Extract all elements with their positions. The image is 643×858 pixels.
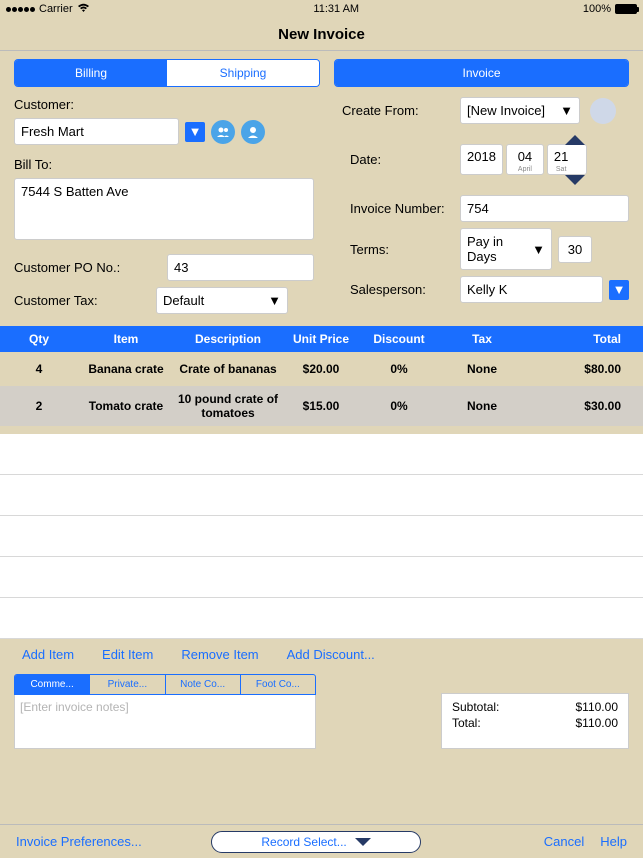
invno-label: Invoice Number: <box>342 201 454 216</box>
contact-icon[interactable] <box>241 120 265 144</box>
record-select-label: Record Select... <box>261 835 346 849</box>
cell-disc: 0% <box>360 393 438 419</box>
notes-input[interactable]: [Enter invoice notes] <box>14 695 316 749</box>
createfrom-value: [New Invoice] <box>467 103 545 118</box>
cell-price: $15.00 <box>282 393 360 419</box>
invno-input[interactable]: 754 <box>460 195 629 222</box>
col-tax: Tax <box>438 326 526 352</box>
terms-label: Terms: <box>342 242 454 257</box>
globe-icon[interactable] <box>590 98 616 124</box>
tab-shipping[interactable]: Shipping <box>167 60 319 86</box>
cell-desc: 10 pound crate of tomatoes <box>174 386 282 426</box>
createfrom-select[interactable]: [New Invoice] ▼ <box>460 97 580 124</box>
col-price: Unit Price <box>282 326 360 352</box>
billing-shipping-segment: Billing Shipping <box>14 59 320 87</box>
table-row[interactable]: 4 Banana crate Crate of bananas $20.00 0… <box>0 352 643 386</box>
cell-tax: None <box>438 393 526 419</box>
tax-label: Customer Tax: <box>14 293 142 308</box>
chevron-down-icon: ▼ <box>613 282 626 297</box>
billto-label: Bill To: <box>14 157 52 172</box>
totals-box: Subtotal: $110.00 Total: $110.00 <box>441 693 629 749</box>
customer-dropdown-button[interactable]: ▼ <box>185 122 205 142</box>
sales-label: Salesperson: <box>342 282 454 297</box>
remove-item-button[interactable]: Remove Item <box>181 647 258 662</box>
status-bar: Carrier 11:31 AM 100% <box>0 0 643 18</box>
note-tab-private[interactable]: Private... <box>90 675 165 694</box>
line-items-table: Qty Item Description Unit Price Discount… <box>0 326 643 639</box>
add-discount-button[interactable]: Add Discount... <box>287 647 375 662</box>
date-up-icon[interactable] <box>565 135 585 145</box>
sales-input[interactable]: Kelly K <box>460 276 603 303</box>
carrier-label: Carrier <box>39 3 73 15</box>
chevron-down-icon: ▼ <box>268 293 281 308</box>
empty-row[interactable] <box>0 516 643 557</box>
signal-icon <box>6 7 35 12</box>
cell-price: $20.00 <box>282 356 360 382</box>
total-label: Total: <box>452 716 481 730</box>
chevron-down-icon: ▼ <box>532 242 545 257</box>
tab-invoice[interactable]: Invoice <box>335 60 628 86</box>
table-row[interactable]: 2 Tomato crate 10 pound crate of tomatoe… <box>0 386 643 426</box>
empty-row[interactable] <box>0 557 643 598</box>
col-item: Item <box>78 326 174 352</box>
customer-input[interactable]: Fresh Mart <box>14 118 179 145</box>
note-tab-noteco[interactable]: Note Co... <box>166 675 241 694</box>
record-select-button[interactable]: Record Select... <box>211 831 421 853</box>
invoice-segment: Invoice <box>334 59 629 87</box>
add-item-button[interactable]: Add Item <box>22 647 74 662</box>
total-value: $110.00 <box>576 716 619 730</box>
note-tabs: Comme... Private... Note Co... Foot Co..… <box>14 674 316 695</box>
po-label: Customer PO No.: <box>14 260 141 275</box>
date-down-icon[interactable] <box>565 175 585 185</box>
wifi-icon <box>77 3 90 16</box>
subtotal-label: Subtotal: <box>452 700 499 714</box>
cancel-button[interactable]: Cancel <box>544 834 584 849</box>
empty-row[interactable] <box>0 434 643 475</box>
chevron-down-icon <box>355 838 371 846</box>
empty-row[interactable] <box>0 598 643 639</box>
sales-dropdown-button[interactable]: ▼ <box>609 280 629 300</box>
tax-value: Default <box>163 293 204 308</box>
cell-qty: 4 <box>0 356 78 382</box>
col-disc: Discount <box>360 326 438 352</box>
date-year[interactable]: 2018 <box>467 149 496 164</box>
date-label: Date: <box>342 152 454 167</box>
date-picker[interactable]: 2018 04April 21Sat <box>460 144 587 175</box>
cell-item: Banana crate <box>78 356 174 382</box>
date-month[interactable]: 04 <box>513 149 537 164</box>
chevron-down-icon: ▼ <box>189 124 202 139</box>
cell-desc: Crate of bananas <box>174 356 282 382</box>
customer-label: Customer: <box>14 97 74 112</box>
col-desc: Description <box>174 326 282 352</box>
empty-row[interactable] <box>0 475 643 516</box>
note-tab-footco[interactable]: Foot Co... <box>241 675 315 694</box>
cell-total: $30.00 <box>526 393 643 419</box>
chevron-down-icon: ▼ <box>560 103 573 118</box>
cell-tax: None <box>438 356 526 382</box>
cell-total: $80.00 <box>526 356 643 382</box>
help-button[interactable]: Help <box>600 834 627 849</box>
status-time: 11:31 AM <box>313 3 359 15</box>
col-qty: Qty <box>0 326 78 352</box>
contacts-icon[interactable] <box>211 120 235 144</box>
edit-item-button[interactable]: Edit Item <box>102 647 153 662</box>
tax-select[interactable]: Default ▼ <box>156 287 288 314</box>
battery-percent: 100% <box>583 3 611 15</box>
createfrom-label: Create From: <box>342 103 454 118</box>
col-total: Total <box>526 326 643 352</box>
battery-icon <box>615 4 637 14</box>
invoice-preferences-button[interactable]: Invoice Preferences... <box>16 834 142 849</box>
terms-select[interactable]: Pay in Days▼ <box>460 228 552 270</box>
cell-item: Tomato crate <box>78 393 174 419</box>
cell-disc: 0% <box>360 356 438 382</box>
cell-qty: 2 <box>0 393 78 419</box>
page-title: New Invoice <box>0 18 643 50</box>
note-tab-comments[interactable]: Comme... <box>15 675 90 694</box>
terms-days-input[interactable]: 30 <box>558 236 592 263</box>
billto-input[interactable]: 7544 S Batten Ave <box>14 178 314 240</box>
po-input[interactable]: 43 <box>167 254 314 281</box>
terms-value: Pay in Days <box>467 234 532 264</box>
subtotal-value: $110.00 <box>576 700 619 714</box>
tab-billing[interactable]: Billing <box>15 60 167 86</box>
